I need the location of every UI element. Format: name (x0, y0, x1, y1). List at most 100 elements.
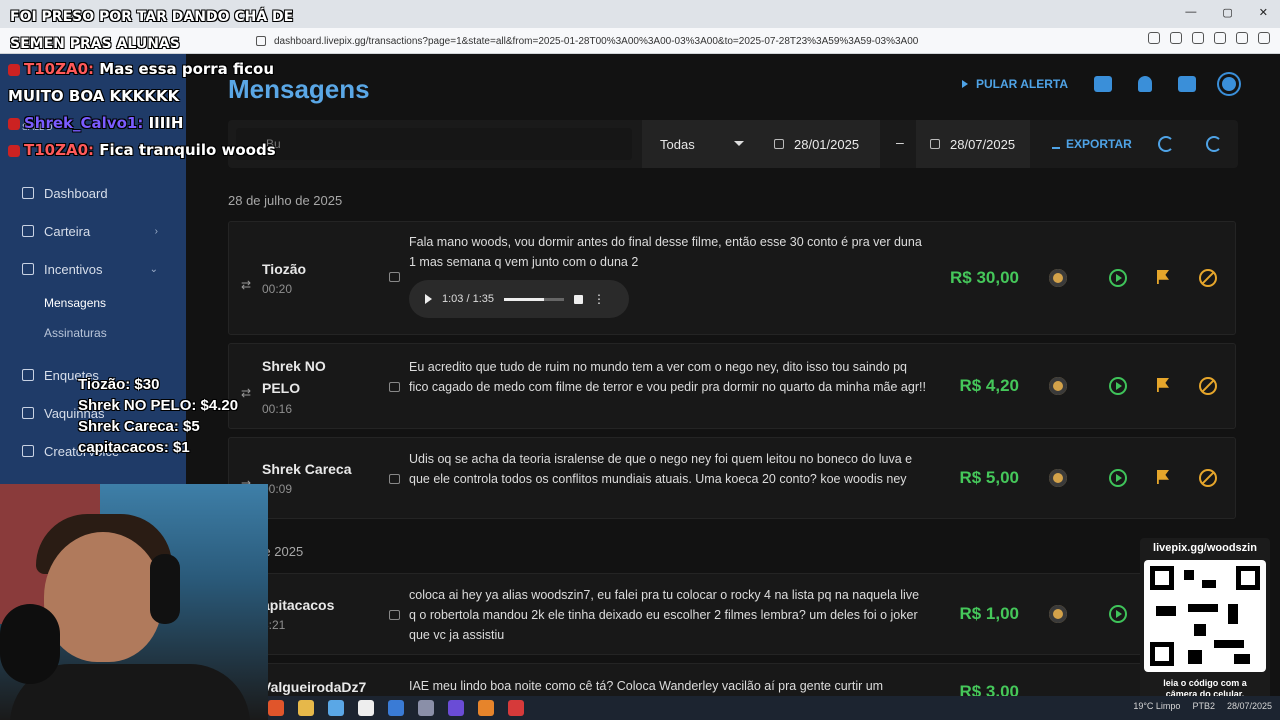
pular-alerta-button[interactable]: PULAR ALERTA (962, 77, 1068, 91)
date-from-field[interactable]: 28/01/2025 (760, 120, 880, 168)
overlay-donor-list: Tiozão: $30 Shrek NO PELO: $4.20 Shrek C… (78, 374, 238, 458)
badge-icon (8, 144, 20, 157)
poll-icon (22, 369, 34, 381)
filter-bar: Bu Todas 28/01/2025 – 28/07/2025 EXPORTA… (228, 120, 1238, 168)
flag-icon[interactable] (1157, 470, 1169, 484)
message-icon (389, 272, 400, 282)
sidebar-subitem-mensagens[interactable]: Mensagens (0, 288, 186, 318)
sender-name: ValgueirodaDz7 (262, 679, 367, 695)
block-icon[interactable] (1199, 377, 1217, 395)
main-content: Mensagens PULAR ALERTA Bu Todas 28/01/20… (186, 54, 1280, 720)
amount: R$ 1,00 (959, 604, 1019, 623)
steam-icon[interactable] (388, 700, 404, 716)
url-field[interactable]: dashboard.livepix.gg/transactions?page=1… (256, 30, 976, 52)
clock-date[interactable]: 28/07/2025 (1227, 701, 1272, 711)
block-icon[interactable] (1199, 269, 1217, 287)
audio-player[interactable]: 1:03 / 1:35 ⋮ (409, 280, 629, 318)
language-text[interactable]: PTB2 (1192, 701, 1215, 711)
overlay-banner-line: SEMEN PRAS ALUNAS (10, 36, 180, 52)
skip-icon (962, 80, 968, 88)
type-select[interactable]: Todas (642, 120, 760, 168)
url-text[interactable]: dashboard.livepix.gg/transactions?page=1… (274, 36, 918, 47)
sender-name: Shrek NO PELO (262, 358, 326, 396)
maximize-button[interactable]: ▢ (1222, 6, 1232, 19)
coin-icon[interactable] (1049, 269, 1067, 287)
chat-msg: Mas essa porra ficou (99, 60, 275, 78)
overlay-chat: T10ZA0: Mas essa porra ficou MUITO BOA K… (8, 56, 276, 164)
taskbar: 19°C Limpo PTB2 28/07/2025 (268, 696, 1280, 720)
more-icon[interactable]: ⋮ (593, 292, 605, 306)
chevron-right-icon: › (154, 225, 158, 237)
minimize-button[interactable]: — (1185, 6, 1196, 19)
extension-icon[interactable] (1214, 32, 1226, 44)
app-icon[interactable] (328, 700, 344, 716)
refresh-icon[interactable] (1206, 136, 1222, 152)
extension-icon[interactable] (1148, 32, 1160, 44)
microphone-icon (22, 445, 34, 457)
sun-icon[interactable] (1222, 77, 1236, 91)
sidebar-item-carteira[interactable]: Carteira › (0, 212, 186, 250)
replay-icon[interactable] (1109, 605, 1127, 623)
youtube-icon[interactable] (1094, 76, 1112, 92)
app-icon[interactable] (418, 700, 434, 716)
date-separator: – (896, 134, 904, 150)
sidebar-subitem-assinaturas[interactable]: Assinaturas (0, 318, 186, 348)
brave-icon[interactable] (268, 700, 284, 716)
coin-icon[interactable] (1049, 377, 1067, 395)
search-input[interactable]: Bu (236, 128, 632, 160)
extension-icon[interactable] (1192, 32, 1204, 44)
export-label: EXPORTAR (1066, 137, 1132, 151)
replay-icon[interactable] (1109, 269, 1127, 287)
qr-overlay: livepix.gg/woodszin leia o código com a … (1140, 538, 1270, 706)
pular-alerta-label: PULAR ALERTA (976, 77, 1068, 91)
extension-icons (1148, 32, 1270, 44)
flag-icon[interactable] (1157, 270, 1169, 284)
sync-icon[interactable] (1158, 136, 1174, 152)
layout-icon[interactable] (1178, 76, 1196, 92)
flag-icon[interactable] (1157, 378, 1169, 392)
transfer-icon: ⇄ (241, 386, 252, 400)
chat-line: T10ZA0: Mas essa porra ficou (8, 56, 276, 83)
date-to-field[interactable]: 28/07/2025 (916, 120, 1030, 168)
weather-text[interactable]: 19°C Limpo (1133, 701, 1180, 711)
export-button[interactable]: EXPORTAR (1052, 137, 1132, 151)
message-icon (389, 382, 400, 392)
close-button[interactable]: ✕ (1259, 6, 1268, 19)
coin-icon[interactable] (1049, 469, 1067, 487)
date-from-value: 28/01/2025 (794, 136, 860, 152)
overlay-banner-line: FOI PRESO POR TAR DANDO CHÁ DE (10, 9, 294, 25)
qr-title: livepix.gg/woodszin (1153, 542, 1257, 554)
sender-name: Shrek Careca (262, 461, 352, 477)
volume-icon[interactable] (574, 294, 583, 304)
date-group-header: 28 de julho de 2025 (228, 193, 343, 208)
chat-line: T10ZA0: Fica tranquilo woods (8, 137, 276, 164)
amount: R$ 5,00 (959, 468, 1019, 487)
replay-icon[interactable] (1109, 377, 1127, 395)
chevron-down-icon: ⌄ (149, 263, 158, 275)
chat-msg: IIIIH (148, 114, 184, 132)
sidebar-item-label: Carteira (44, 223, 91, 239)
sidebar-item-incentivos[interactable]: Incentivos ⌄ (0, 250, 186, 288)
donor-entry: Shrek NO PELO: $4.20 (78, 397, 239, 414)
folder-icon[interactable] (298, 700, 314, 716)
replay-icon[interactable] (1109, 469, 1127, 487)
chat-msg: MUITO BOA KKKKKK (8, 87, 180, 105)
extension-icon[interactable] (1236, 32, 1248, 44)
calendar-icon (774, 139, 784, 149)
obs-icon[interactable] (508, 700, 524, 716)
vlc-icon[interactable] (478, 700, 494, 716)
caret-down-icon (734, 141, 744, 146)
app-icon[interactable] (448, 700, 464, 716)
app-icon[interactable] (358, 700, 374, 716)
qr-code (1144, 560, 1266, 672)
badge-icon (8, 63, 20, 76)
block-icon[interactable] (1199, 469, 1217, 487)
extension-icon[interactable] (1258, 32, 1270, 44)
extension-icon[interactable] (1170, 32, 1182, 44)
bell-icon[interactable] (1138, 76, 1152, 92)
play-icon[interactable] (425, 294, 432, 304)
overlay-banner: FOI PRESO POR TAR DANDO CHÁ DE SEMEN PRA… (10, 4, 293, 58)
sidebar-item-dashboard[interactable]: Dashboard (0, 174, 186, 212)
audio-progress[interactable] (504, 297, 564, 301)
coin-icon[interactable] (1049, 605, 1067, 623)
